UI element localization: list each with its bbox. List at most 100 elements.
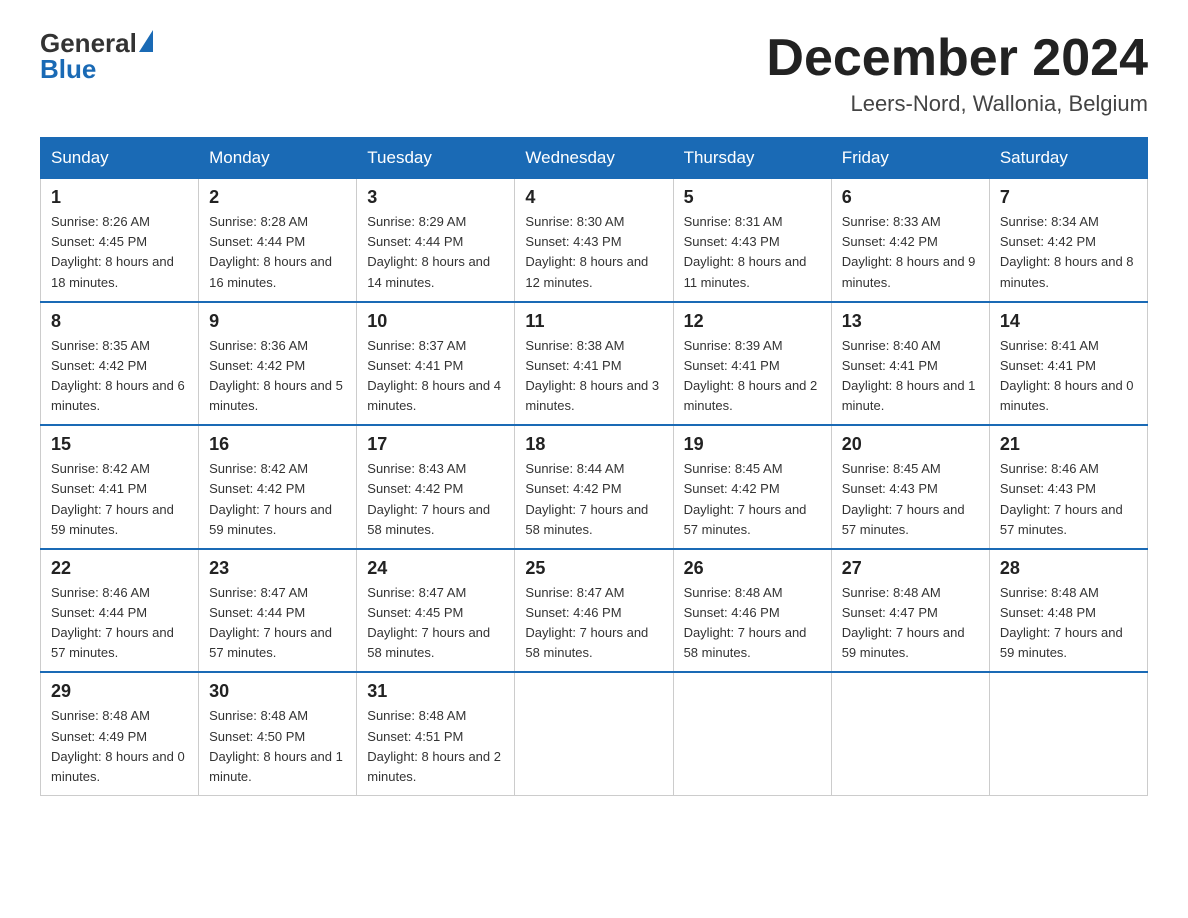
calendar-cell: 29 Sunrise: 8:48 AMSunset: 4:49 PMDaylig…: [41, 672, 199, 795]
day-number: 25: [525, 558, 662, 579]
day-info: Sunrise: 8:45 AMSunset: 4:43 PMDaylight:…: [842, 461, 965, 536]
calendar-cell: 1 Sunrise: 8:26 AMSunset: 4:45 PMDayligh…: [41, 179, 199, 302]
day-info: Sunrise: 8:46 AMSunset: 4:44 PMDaylight:…: [51, 585, 174, 660]
calendar-header-row: SundayMondayTuesdayWednesdayThursdayFrid…: [41, 138, 1148, 179]
day-number: 4: [525, 187, 662, 208]
day-number: 7: [1000, 187, 1137, 208]
day-number: 17: [367, 434, 504, 455]
day-info: Sunrise: 8:36 AMSunset: 4:42 PMDaylight:…: [209, 338, 343, 413]
calendar-cell: 28 Sunrise: 8:48 AMSunset: 4:48 PMDaylig…: [989, 549, 1147, 673]
calendar-cell: 25 Sunrise: 8:47 AMSunset: 4:46 PMDaylig…: [515, 549, 673, 673]
calendar-week-row: 15 Sunrise: 8:42 AMSunset: 4:41 PMDaylig…: [41, 425, 1148, 549]
day-number: 21: [1000, 434, 1137, 455]
column-header-saturday: Saturday: [989, 138, 1147, 179]
day-number: 1: [51, 187, 188, 208]
day-info: Sunrise: 8:45 AMSunset: 4:42 PMDaylight:…: [684, 461, 807, 536]
location-title: Leers-Nord, Wallonia, Belgium: [766, 91, 1148, 117]
day-number: 10: [367, 311, 504, 332]
calendar-cell: 17 Sunrise: 8:43 AMSunset: 4:42 PMDaylig…: [357, 425, 515, 549]
day-number: 5: [684, 187, 821, 208]
day-info: Sunrise: 8:47 AMSunset: 4:44 PMDaylight:…: [209, 585, 332, 660]
day-info: Sunrise: 8:42 AMSunset: 4:41 PMDaylight:…: [51, 461, 174, 536]
day-info: Sunrise: 8:42 AMSunset: 4:42 PMDaylight:…: [209, 461, 332, 536]
calendar-cell: 13 Sunrise: 8:40 AMSunset: 4:41 PMDaylig…: [831, 302, 989, 426]
calendar-cell: [673, 672, 831, 795]
column-header-friday: Friday: [831, 138, 989, 179]
calendar-cell: 27 Sunrise: 8:48 AMSunset: 4:47 PMDaylig…: [831, 549, 989, 673]
calendar-cell: 9 Sunrise: 8:36 AMSunset: 4:42 PMDayligh…: [199, 302, 357, 426]
calendar-cell: 30 Sunrise: 8:48 AMSunset: 4:50 PMDaylig…: [199, 672, 357, 795]
calendar-table: SundayMondayTuesdayWednesdayThursdayFrid…: [40, 137, 1148, 796]
day-number: 13: [842, 311, 979, 332]
day-info: Sunrise: 8:33 AMSunset: 4:42 PMDaylight:…: [842, 214, 976, 289]
day-info: Sunrise: 8:40 AMSunset: 4:41 PMDaylight:…: [842, 338, 976, 413]
logo: General Blue: [40, 30, 153, 82]
logo-blue-text: Blue: [40, 56, 153, 82]
calendar-cell: 23 Sunrise: 8:47 AMSunset: 4:44 PMDaylig…: [199, 549, 357, 673]
calendar-cell: 14 Sunrise: 8:41 AMSunset: 4:41 PMDaylig…: [989, 302, 1147, 426]
calendar-cell: 10 Sunrise: 8:37 AMSunset: 4:41 PMDaylig…: [357, 302, 515, 426]
day-number: 22: [51, 558, 188, 579]
calendar-week-row: 1 Sunrise: 8:26 AMSunset: 4:45 PMDayligh…: [41, 179, 1148, 302]
day-number: 23: [209, 558, 346, 579]
calendar-cell: 15 Sunrise: 8:42 AMSunset: 4:41 PMDaylig…: [41, 425, 199, 549]
month-title: December 2024: [766, 30, 1148, 87]
calendar-cell: 8 Sunrise: 8:35 AMSunset: 4:42 PMDayligh…: [41, 302, 199, 426]
day-number: 26: [684, 558, 821, 579]
calendar-cell: 3 Sunrise: 8:29 AMSunset: 4:44 PMDayligh…: [357, 179, 515, 302]
day-number: 28: [1000, 558, 1137, 579]
column-header-monday: Monday: [199, 138, 357, 179]
calendar-cell: 24 Sunrise: 8:47 AMSunset: 4:45 PMDaylig…: [357, 549, 515, 673]
day-info: Sunrise: 8:48 AMSunset: 4:47 PMDaylight:…: [842, 585, 965, 660]
calendar-cell: 18 Sunrise: 8:44 AMSunset: 4:42 PMDaylig…: [515, 425, 673, 549]
day-info: Sunrise: 8:34 AMSunset: 4:42 PMDaylight:…: [1000, 214, 1134, 289]
calendar-cell: 19 Sunrise: 8:45 AMSunset: 4:42 PMDaylig…: [673, 425, 831, 549]
day-info: Sunrise: 8:30 AMSunset: 4:43 PMDaylight:…: [525, 214, 648, 289]
day-number: 27: [842, 558, 979, 579]
day-info: Sunrise: 8:48 AMSunset: 4:48 PMDaylight:…: [1000, 585, 1123, 660]
day-number: 11: [525, 311, 662, 332]
day-number: 31: [367, 681, 504, 702]
day-info: Sunrise: 8:47 AMSunset: 4:46 PMDaylight:…: [525, 585, 648, 660]
day-info: Sunrise: 8:43 AMSunset: 4:42 PMDaylight:…: [367, 461, 490, 536]
calendar-cell: 22 Sunrise: 8:46 AMSunset: 4:44 PMDaylig…: [41, 549, 199, 673]
calendar-cell: [989, 672, 1147, 795]
logo-triangle-icon: [139, 30, 153, 52]
logo-general-text: General: [40, 30, 137, 56]
day-info: Sunrise: 8:47 AMSunset: 4:45 PMDaylight:…: [367, 585, 490, 660]
day-number: 8: [51, 311, 188, 332]
day-number: 30: [209, 681, 346, 702]
day-number: 18: [525, 434, 662, 455]
calendar-cell: 7 Sunrise: 8:34 AMSunset: 4:42 PMDayligh…: [989, 179, 1147, 302]
day-info: Sunrise: 8:39 AMSunset: 4:41 PMDaylight:…: [684, 338, 818, 413]
calendar-cell: 20 Sunrise: 8:45 AMSunset: 4:43 PMDaylig…: [831, 425, 989, 549]
calendar-cell: 4 Sunrise: 8:30 AMSunset: 4:43 PMDayligh…: [515, 179, 673, 302]
calendar-cell: 12 Sunrise: 8:39 AMSunset: 4:41 PMDaylig…: [673, 302, 831, 426]
day-number: 16: [209, 434, 346, 455]
calendar-cell: 11 Sunrise: 8:38 AMSunset: 4:41 PMDaylig…: [515, 302, 673, 426]
column-header-sunday: Sunday: [41, 138, 199, 179]
column-header-wednesday: Wednesday: [515, 138, 673, 179]
column-header-thursday: Thursday: [673, 138, 831, 179]
day-number: 6: [842, 187, 979, 208]
day-number: 14: [1000, 311, 1137, 332]
calendar-cell: [831, 672, 989, 795]
header: General Blue December 2024 Leers-Nord, W…: [40, 30, 1148, 117]
day-info: Sunrise: 8:48 AMSunset: 4:50 PMDaylight:…: [209, 708, 343, 783]
calendar-cell: 21 Sunrise: 8:46 AMSunset: 4:43 PMDaylig…: [989, 425, 1147, 549]
day-number: 3: [367, 187, 504, 208]
day-number: 20: [842, 434, 979, 455]
day-number: 19: [684, 434, 821, 455]
day-info: Sunrise: 8:48 AMSunset: 4:46 PMDaylight:…: [684, 585, 807, 660]
day-info: Sunrise: 8:41 AMSunset: 4:41 PMDaylight:…: [1000, 338, 1134, 413]
day-info: Sunrise: 8:28 AMSunset: 4:44 PMDaylight:…: [209, 214, 332, 289]
day-number: 12: [684, 311, 821, 332]
day-info: Sunrise: 8:44 AMSunset: 4:42 PMDaylight:…: [525, 461, 648, 536]
calendar-cell: 5 Sunrise: 8:31 AMSunset: 4:43 PMDayligh…: [673, 179, 831, 302]
calendar-cell: 2 Sunrise: 8:28 AMSunset: 4:44 PMDayligh…: [199, 179, 357, 302]
calendar-cell: 26 Sunrise: 8:48 AMSunset: 4:46 PMDaylig…: [673, 549, 831, 673]
day-info: Sunrise: 8:48 AMSunset: 4:49 PMDaylight:…: [51, 708, 185, 783]
day-number: 29: [51, 681, 188, 702]
day-info: Sunrise: 8:48 AMSunset: 4:51 PMDaylight:…: [367, 708, 501, 783]
title-area: December 2024 Leers-Nord, Wallonia, Belg…: [766, 30, 1148, 117]
